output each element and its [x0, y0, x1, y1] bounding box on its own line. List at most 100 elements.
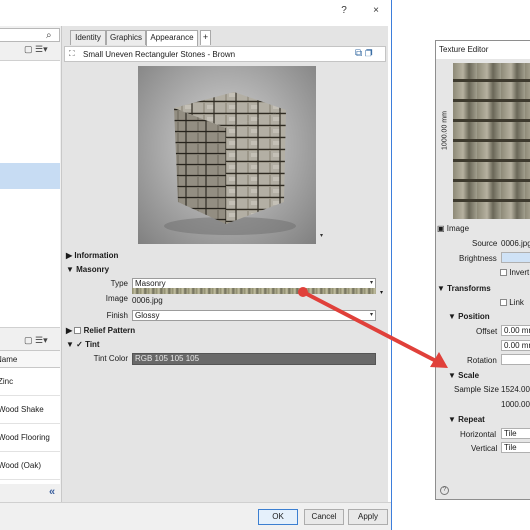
finish-select[interactable]: Glossy ▾ — [132, 310, 376, 321]
materials-view-options[interactable]: ▢ ☰▾ — [24, 335, 48, 346]
list-item[interactable]: Wood (Oak) — [0, 452, 60, 480]
relief-pattern-label: Relief Pattern — [83, 326, 136, 335]
cancel-button[interactable]: Cancel — [304, 509, 344, 525]
relief-pattern-section[interactable]: ▶ Relief Pattern — [66, 326, 135, 335]
vertical-label: Vertical — [471, 444, 498, 453]
link-option[interactable]: Link — [500, 298, 524, 307]
close-button[interactable]: × — [368, 3, 384, 19]
list-item[interactable]: Wood Shake — [0, 396, 60, 424]
finish-value: Glossy — [135, 311, 160, 320]
title-bar: ? × — [0, 0, 392, 22]
offset-y-input[interactable]: 0.00 mm — [501, 340, 530, 351]
material-editor: Identity Graphics Appearance + ⛶ Small U… — [62, 26, 388, 502]
transforms-label: Transforms — [447, 284, 491, 293]
dialog-footer: OK Cancel Apply — [0, 502, 392, 530]
texture-editor-title: Texture Editor — [436, 41, 530, 59]
tint-section[interactable]: ▼ ✓ Tint — [66, 340, 100, 349]
vertical-value: Tile — [504, 443, 517, 452]
source-value[interactable]: 0006.jpg — [501, 239, 530, 248]
materials-column-header[interactable]: Name — [0, 350, 60, 368]
texture-image-preview[interactable] — [453, 63, 530, 219]
rotation-input[interactable] — [501, 354, 530, 365]
materials-list: Zinc Wood Shake Wood Flooring Wood (Oak) — [0, 368, 60, 484]
horizontal-label: Horizontal — [460, 430, 497, 439]
sample-size-label: Sample Size — [454, 385, 499, 394]
image-thumbnail[interactable] — [132, 288, 376, 294]
invert-label: Invert — [509, 268, 530, 277]
stone-cube-preview — [164, 92, 296, 235]
invert-checkbox[interactable] — [500, 269, 507, 276]
finish-label: Finish — [106, 311, 128, 320]
ok-button[interactable]: OK — [258, 509, 298, 525]
position-section[interactable]: ▼ Position — [448, 312, 490, 321]
material-name: Wood Shake — [0, 405, 44, 414]
material-preview[interactable] — [138, 66, 316, 244]
offset-x-input[interactable]: 0.00 mm — [501, 325, 530, 336]
tint-color-value: RGB 105 105 105 — [135, 354, 200, 363]
search-input[interactable]: ⌕ — [0, 28, 60, 42]
link-label: Link — [509, 298, 524, 307]
relief-pattern-checkbox[interactable] — [74, 327, 82, 334]
asset-header: ⛶ Small Uneven Rectanguler Stones - Brow… — [64, 46, 386, 62]
repeat-label: Repeat — [458, 415, 485, 424]
list-item[interactable]: Zinc — [0, 368, 60, 396]
preview-options-dropdown[interactable]: ▾ — [320, 232, 323, 239]
scale-label: Scale — [458, 371, 480, 380]
tint-color-label: Tint Color — [93, 354, 128, 363]
masonry-label: Masonry — [76, 265, 110, 274]
type-value: Masonry — [135, 279, 166, 288]
texture-ruler: 1000.00 mm — [440, 63, 452, 219]
asset-name: Small Uneven Rectanguler Stones - Brown — [83, 50, 236, 59]
library-tree[interactable] — [0, 60, 60, 328]
image-options-dropdown[interactable]: ▾ — [380, 289, 383, 296]
add-tab-button[interactable]: + — [200, 30, 211, 45]
dialog-border — [391, 0, 392, 530]
information-section[interactable]: ▶ Information — [66, 251, 118, 260]
image-section-label: Image — [446, 224, 470, 233]
tint-label: Tint — [85, 340, 100, 349]
horizontal-value: Tile — [504, 429, 517, 438]
material-name: Wood (Oak) — [0, 461, 41, 470]
name-column-header[interactable]: Name — [0, 355, 17, 364]
offset-x-value: 0.00 mm — [504, 326, 530, 335]
material-name: Zinc — [0, 377, 14, 386]
sample-height-value[interactable]: 1000.00 — [501, 400, 530, 409]
brightness-slider[interactable] — [501, 252, 530, 263]
masonry-section[interactable]: ▼ Masonry — [66, 265, 109, 274]
replace-asset-icon[interactable]: ⧉ ❐ — [355, 48, 373, 59]
repeat-section[interactable]: ▼ Repeat — [448, 415, 485, 424]
texture-editor-window: Texture Editor 1000.00 mm ▣ Image Source… — [435, 40, 530, 500]
image-label: Image — [105, 294, 128, 303]
image-section[interactable]: ▣ Image — [437, 224, 469, 233]
offset-label: Offset — [476, 327, 498, 336]
library-view-options[interactable]: ▢ ☰▾ — [24, 44, 48, 55]
search-icon[interactable]: ⌕ — [46, 30, 52, 42]
offset-y-value: 0.00 mm — [504, 341, 530, 350]
type-label: Type — [110, 279, 128, 288]
asset-icon: ⛶ — [69, 49, 75, 58]
invert-option[interactable]: Invert — [500, 268, 529, 277]
vertical-select[interactable]: Tile — [501, 442, 530, 453]
help-button[interactable]: ? — [336, 3, 352, 19]
library-tree-selected-item[interactable] — [0, 163, 60, 189]
tab-identity[interactable]: Identity — [70, 30, 106, 45]
help-icon[interactable]: ? — [440, 486, 449, 495]
brightness-label: Brightness — [459, 254, 497, 263]
tab-appearance[interactable]: Appearance — [146, 30, 198, 46]
source-label: Source — [472, 239, 498, 248]
scale-section[interactable]: ▼ Scale — [448, 371, 479, 380]
transforms-section[interactable]: ▼ Transforms — [437, 284, 491, 293]
link-checkbox[interactable] — [500, 299, 507, 306]
apply-button[interactable]: Apply — [348, 509, 388, 525]
ruler-label: 1000.00 mm — [441, 111, 449, 150]
sample-width-value[interactable]: 1524.00 — [501, 385, 530, 394]
rotation-label: Rotation — [467, 356, 497, 365]
list-item[interactable]: Wood Flooring — [0, 424, 60, 452]
information-label: Information — [74, 251, 119, 260]
horizontal-select[interactable]: Tile — [501, 428, 530, 439]
position-label: Position — [458, 312, 490, 321]
tab-graphics[interactable]: Graphics — [106, 30, 146, 45]
tint-color-swatch[interactable]: RGB 105 105 105 — [132, 353, 376, 365]
collapse-panel-button[interactable]: « — [49, 486, 55, 498]
image-filename[interactable]: 0006.jpg — [132, 296, 163, 305]
